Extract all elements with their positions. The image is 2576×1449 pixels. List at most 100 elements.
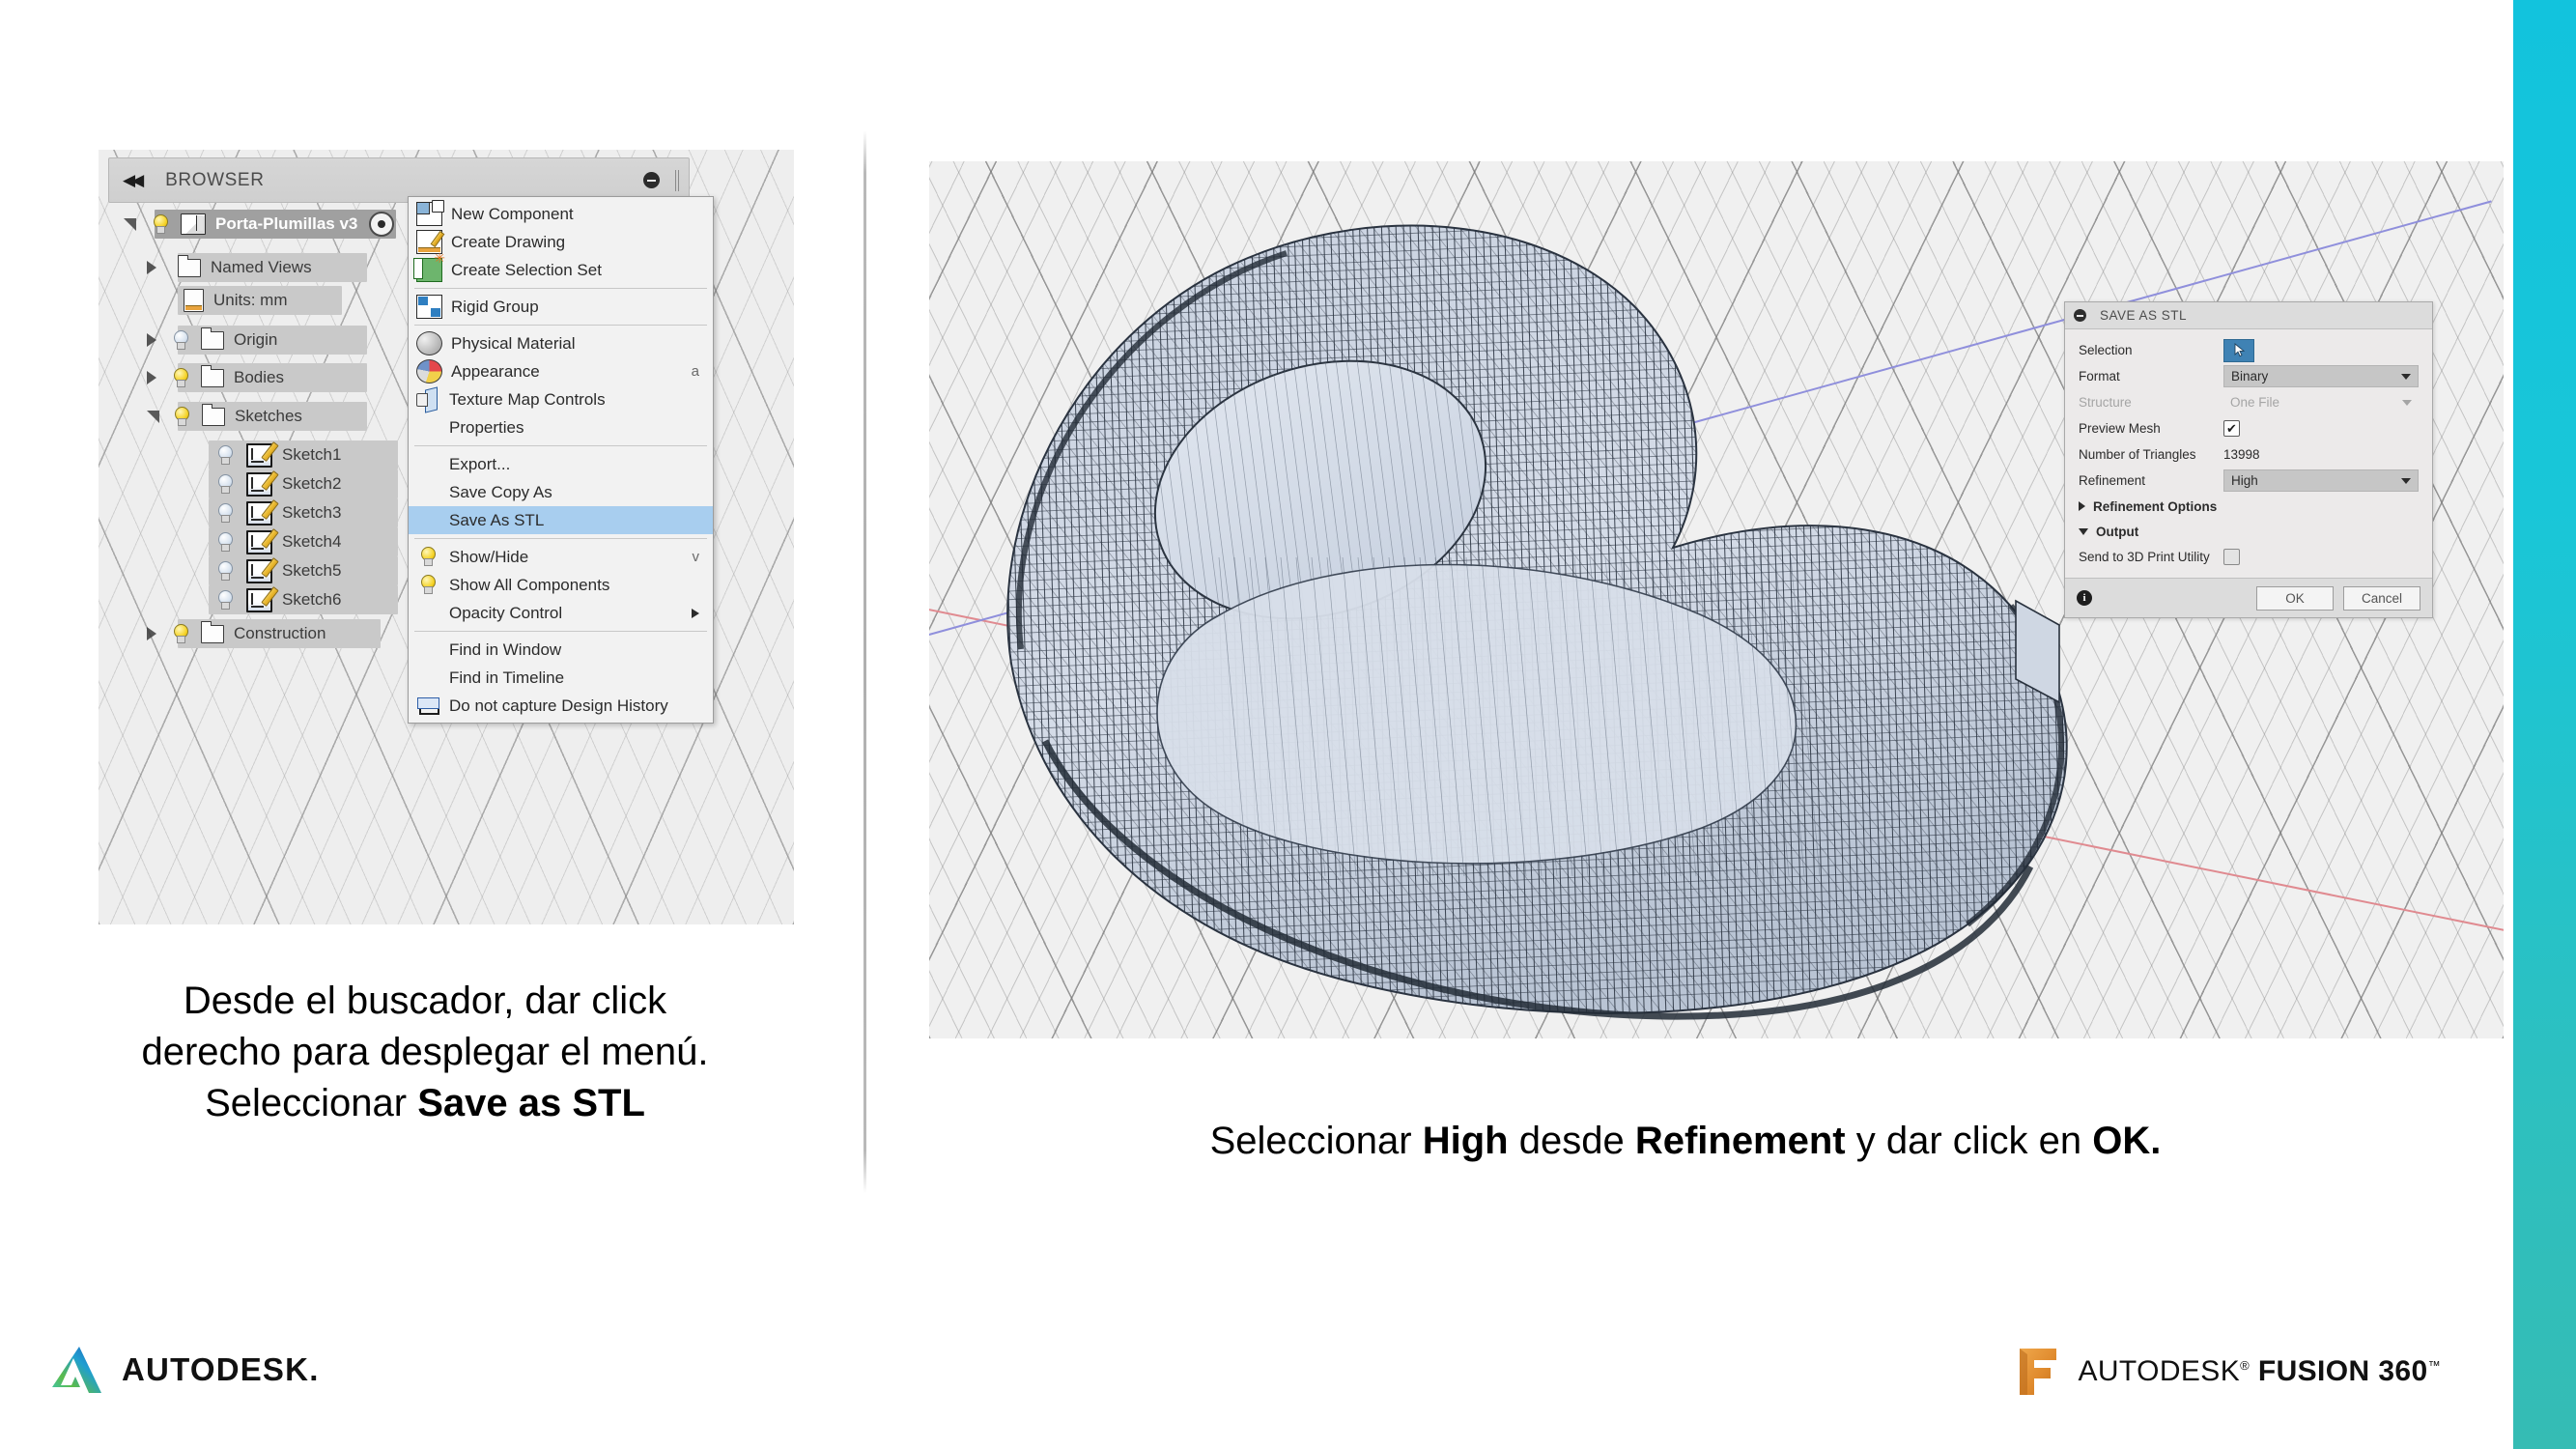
tree-item-sketch4[interactable]: Sketch4 (124, 527, 398, 556)
tree-item-units[interactable]: Units: mm (124, 286, 342, 315)
lightbulb-icon[interactable] (172, 330, 188, 350)
field-structure: Structure One File (2065, 389, 2432, 415)
cancel-button[interactable]: Cancel (2343, 585, 2420, 611)
expand-arrow-icon[interactable] (147, 627, 156, 640)
tree-item-sketch1[interactable]: Sketch1 (124, 440, 398, 469)
tree-item-sketch2[interactable]: Sketch2 (124, 469, 398, 498)
tree-item-named-views[interactable]: Named Views (124, 253, 367, 282)
expand-arrow-open-icon[interactable] (124, 217, 136, 231)
menu-item-new-component[interactable]: New Component (409, 200, 713, 228)
menu-item-do-not-capture-design-history[interactable]: Do not capture Design History (409, 692, 713, 720)
dialog-title: SAVE AS STL (2100, 308, 2188, 323)
menu-item-find-in-timeline[interactable]: Find in Timeline (409, 664, 713, 692)
menu-item-export[interactable]: Export... (409, 450, 713, 478)
tree-item-label: Sketch2 (282, 474, 342, 493)
rigid-group-icon (416, 295, 442, 319)
minimize-circle-icon[interactable] (643, 172, 660, 188)
ok-button[interactable]: OK (2256, 585, 2334, 611)
dialog-titlebar: SAVE AS STL (2065, 302, 2432, 329)
group-label: Refinement Options (2093, 498, 2218, 514)
tree-item-porta-plumillas[interactable]: Porta-Plumillas v3 (124, 210, 396, 239)
lightbulb-icon[interactable] (216, 561, 233, 581)
preview-mesh-checkbox[interactable]: ✔ (2223, 420, 2240, 437)
lightbulb-icon[interactable] (172, 368, 188, 387)
menu-item-properties[interactable]: Properties (409, 413, 713, 441)
autodesk-logo: AUTODESK. (50, 1345, 320, 1395)
menu-separator (414, 325, 707, 326)
menu-item-rigid-group[interactable]: Rigid Group (409, 293, 713, 321)
sketch-icon (246, 556, 279, 583)
tree-item-origin[interactable]: Origin (124, 326, 367, 355)
menu-item-texture-map-controls[interactable]: Texture Map Controls (409, 385, 713, 413)
submenu-arrow-icon (692, 608, 699, 618)
info-icon[interactable]: i (2077, 590, 2092, 606)
lightbulb-icon[interactable] (172, 624, 188, 643)
minimize-circle-icon[interactable] (2074, 309, 2086, 322)
caption-right-prefix: Seleccionar (1209, 1120, 1423, 1162)
tree-item-sketches[interactable]: Sketches (124, 402, 367, 431)
lightbulb-icon[interactable] (152, 214, 168, 234)
document-ruler-icon (184, 289, 204, 312)
menu-item-save-as-stl[interactable]: Save As STL (409, 506, 713, 534)
group-label: Output (2096, 524, 2139, 539)
sketch-icon (246, 469, 279, 497)
expand-arrow-icon[interactable] (147, 261, 156, 274)
menu-item-save-copy-as[interactable]: Save Copy As (409, 478, 713, 506)
tree-item-sketch5[interactable]: Sketch5 (124, 556, 398, 585)
save-as-stl-dialog[interactable]: SAVE AS STL Selection Format Binary Stru… (2064, 301, 2433, 618)
send-to-3d-print-checkbox[interactable] (2223, 549, 2240, 565)
chevron-down-icon (2401, 477, 2411, 484)
lightbulb-icon[interactable] (173, 407, 189, 426)
menu-item-create-selection-set[interactable]: Create Selection Set (409, 250, 713, 284)
caption-right-bold1: High (1422, 1120, 1509, 1162)
lightbulb-icon[interactable] (216, 445, 233, 465)
refinement-value: High (2231, 473, 2258, 488)
caption-right-bold3: OK. (2092, 1120, 2162, 1162)
menu-item-opacity-control[interactable]: Opacity Control (409, 599, 713, 627)
group-output[interactable]: Output (2065, 519, 2432, 544)
tree-item-construction[interactable]: Construction (124, 619, 381, 648)
tree-item-bodies[interactable]: Bodies (124, 363, 367, 392)
sketch-icon (246, 498, 279, 526)
panel-resize-grip[interactable] (675, 169, 679, 191)
field-preview-mesh: Preview Mesh ✔ (2065, 415, 2432, 441)
caption-right-mid2: y dar click en (1845, 1120, 2093, 1162)
tree-item-label: Named Views (211, 258, 312, 276)
menu-item-create-drawing[interactable]: Create Drawing (409, 228, 713, 256)
menu-item-show-all-components[interactable]: Show All Components (409, 571, 713, 599)
lightbulb-icon[interactable] (216, 590, 233, 610)
expand-arrow-open-icon[interactable] (147, 410, 159, 423)
menu-item-find-in-window[interactable]: Find in Window (409, 636, 713, 664)
menu-item-physical-material[interactable]: Physical Material (409, 329, 713, 357)
format-dropdown[interactable]: Binary (2223, 365, 2419, 387)
tree-item-sketch3[interactable]: Sketch3 (124, 498, 398, 527)
lightbulb-icon[interactable] (216, 474, 233, 494)
tree-item-sketch6[interactable]: Sketch6 (124, 585, 398, 614)
menu-item-appearance[interactable]: Appearance a (409, 357, 713, 385)
tree-item-label: Sketch6 (282, 590, 342, 609)
right-screenshot-viewport: SAVE AS STL Selection Format Binary Stru… (929, 161, 2504, 1038)
lightbulb-icon (416, 546, 440, 568)
folder-icon (201, 620, 224, 643)
component-cube-icon (181, 213, 206, 235)
menu-item-label: Create Drawing (451, 232, 566, 251)
selection-picker-button[interactable] (2223, 338, 2254, 362)
expand-arrow-icon[interactable] (147, 333, 156, 347)
menu-item-shortcut: a (691, 363, 699, 380)
expand-arrow-icon[interactable] (147, 371, 156, 384)
menu-item-show-hide[interactable]: Show/Hide v (409, 543, 713, 571)
refinement-dropdown[interactable]: High (2223, 469, 2419, 492)
context-menu[interactable]: New Component Create Drawing Create Sele… (408, 196, 714, 724)
field-label: Number of Triangles (2079, 447, 2196, 462)
lightbulb-icon[interactable] (216, 532, 233, 552)
tree-item-label: Sketch1 (282, 445, 342, 464)
left-screenshot-browser-panel: ◀◀ BROWSER Porta-Plumillas v3 Named View… (99, 150, 794, 924)
column-divider (863, 130, 866, 1193)
cursor-arrow-icon (2234, 343, 2245, 357)
group-refinement-options[interactable]: Refinement Options (2065, 494, 2432, 519)
double-chevron-left-icon[interactable]: ◀◀ (123, 171, 144, 190)
lightbulb-icon (416, 574, 440, 596)
autodesk-wordmark: AUTODESK. (122, 1351, 320, 1387)
lightbulb-icon[interactable] (216, 503, 233, 523)
sketch-icon (246, 527, 279, 554)
